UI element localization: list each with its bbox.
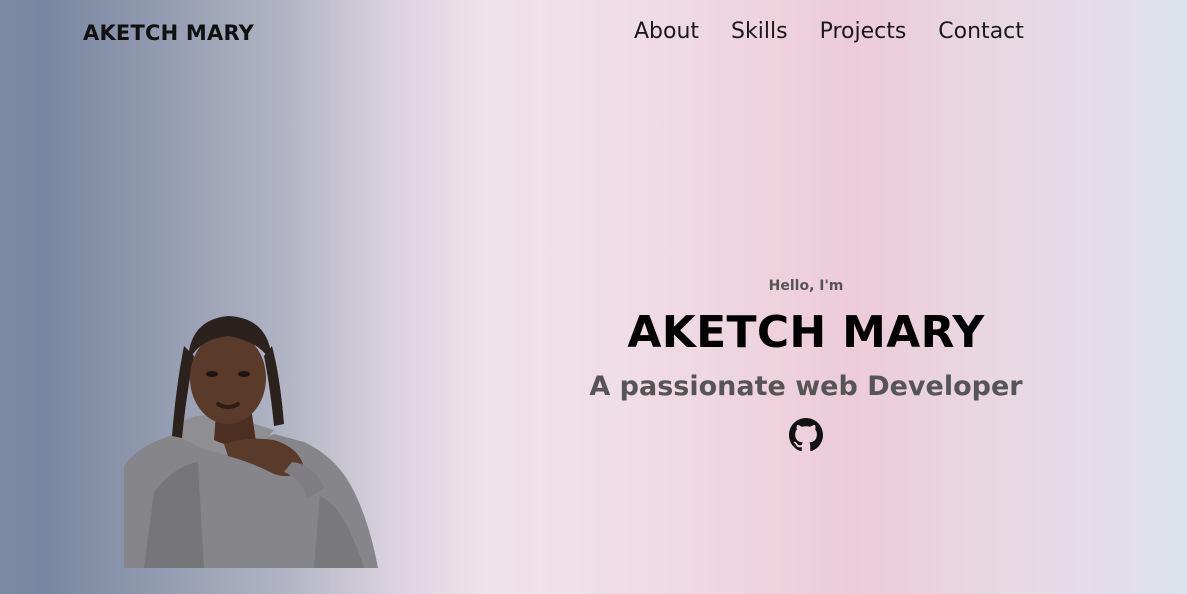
nav-link-about[interactable]: About bbox=[634, 19, 699, 44]
github-link[interactable] bbox=[789, 418, 823, 452]
hero-greeting: Hello, I'm bbox=[768, 278, 844, 294]
hero-name: AKETCH MARY bbox=[627, 307, 985, 358]
nav-link-skills[interactable]: Skills bbox=[731, 19, 788, 44]
nav-link-contact[interactable]: Contact bbox=[938, 19, 1024, 44]
site-header: AKETCH MARY About Skills Projects Contac… bbox=[0, 0, 1187, 70]
profile-photo bbox=[124, 316, 378, 568]
nav-link-projects[interactable]: Projects bbox=[820, 19, 907, 44]
hero-section: Hello, I'm AKETCH MARY A passionate web … bbox=[560, 276, 1052, 456]
site-logo[interactable]: AKETCH MARY bbox=[83, 21, 254, 45]
main-nav: About Skills Projects Contact bbox=[634, 19, 1024, 44]
hero-tagline: A passionate web Developer bbox=[589, 371, 1023, 402]
github-icon bbox=[789, 418, 823, 452]
